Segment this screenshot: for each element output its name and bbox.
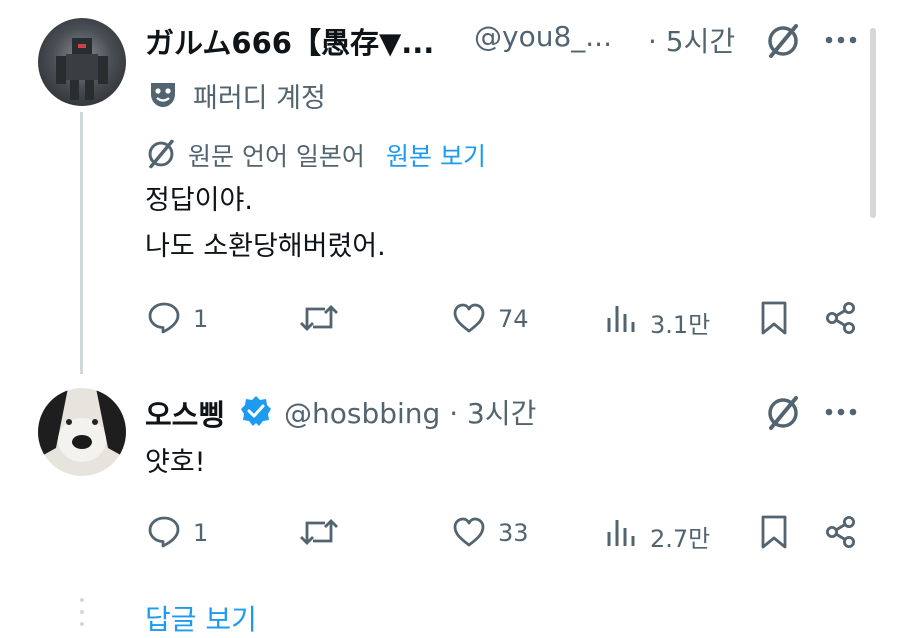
avatar-garumu[interactable]	[38, 18, 126, 106]
view-count: 3.1만	[650, 311, 711, 339]
share-icon[interactable]	[824, 301, 858, 335]
reply-icon[interactable]	[147, 514, 181, 548]
more-icon[interactable]	[822, 30, 860, 50]
view-count: 2.7만	[650, 525, 711, 553]
tweet-text: 얏호!	[145, 447, 206, 478]
bookmark-icon[interactable]	[760, 514, 788, 550]
show-original-link[interactable]: 원본 보기	[386, 137, 486, 173]
translate-note: 원문 언어 일본어	[188, 142, 365, 171]
grok-icon[interactable]	[764, 22, 802, 60]
views-icon[interactable]	[605, 516, 637, 548]
thread-line	[80, 112, 83, 374]
scrollbar[interactable]	[870, 28, 876, 218]
handle[interactable]: @you8_...	[474, 20, 612, 53]
avatar-osbbing[interactable]	[38, 388, 126, 476]
timestamp[interactable]: · 5시간	[648, 20, 735, 60]
views-icon[interactable]	[605, 302, 637, 334]
reply-count: 1	[193, 305, 209, 333]
robot-avatar-image	[56, 38, 108, 100]
bookmark-icon[interactable]	[760, 300, 788, 336]
display-name[interactable]: ガルム666【愚存▼...	[145, 20, 434, 62]
like-icon[interactable]	[452, 516, 486, 548]
display-name[interactable]: 오스삥	[145, 392, 225, 434]
tweet-text-line-1: 정답이야.	[145, 185, 253, 216]
translate-icon	[145, 138, 177, 170]
thread-dots	[79, 596, 85, 636]
reply-icon[interactable]	[147, 300, 181, 334]
verified-badge-icon	[240, 395, 272, 427]
handle-and-time[interactable]: @hosbbing · 3시간	[284, 392, 536, 432]
reply-count: 1	[193, 519, 209, 547]
retweet-icon[interactable]	[299, 301, 339, 335]
more-icon[interactable]	[822, 402, 860, 422]
tweet-text-line-2: 나도 소환당해버렸어.	[145, 231, 386, 262]
parody-label: 패러디 계정	[193, 83, 326, 114]
share-icon[interactable]	[824, 515, 858, 549]
dog-avatar-image	[38, 388, 126, 462]
show-replies-link[interactable]: 답글 보기	[145, 598, 257, 638]
grok-icon[interactable]	[764, 394, 802, 432]
like-icon[interactable]	[452, 302, 486, 334]
mask-icon	[147, 78, 179, 110]
like-count: 33	[498, 519, 529, 547]
like-count: 74	[498, 305, 529, 333]
retweet-icon[interactable]	[299, 515, 339, 549]
